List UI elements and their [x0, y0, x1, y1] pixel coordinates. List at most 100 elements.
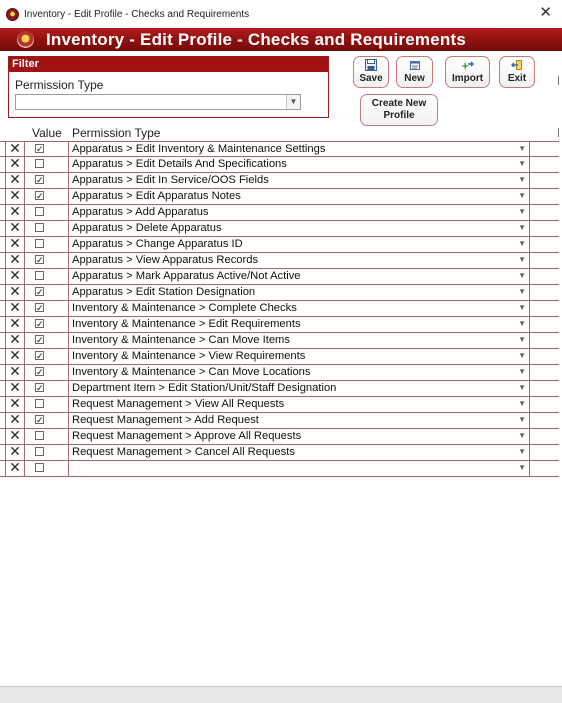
chevron-down-icon[interactable]: ▼ [518, 158, 526, 170]
chevron-down-icon[interactable]: ▼ [518, 350, 526, 362]
close-icon[interactable]: ✕ [539, 5, 552, 21]
value-checkbox[interactable]: ✓ [35, 191, 44, 201]
permission-type-select[interactable]: Apparatus > Edit Inventory & Maintenance… [68, 142, 530, 157]
permission-type-select[interactable]: Apparatus > Edit In Service/OOS Fields ▼ [68, 173, 530, 188]
chevron-down-icon[interactable]: ▼ [518, 366, 526, 378]
chevron-down-icon[interactable]: ▼ [518, 190, 526, 202]
delete-row-icon[interactable]: ✕ [5, 429, 25, 444]
value-checkbox[interactable] [35, 463, 44, 472]
chevron-down-icon[interactable]: ▼ [518, 414, 526, 426]
chevron-down-icon[interactable]: ▼ [518, 430, 526, 442]
delete-row-icon[interactable]: ✕ [5, 189, 25, 204]
permission-type-select[interactable]: Request Management > Approve All Request… [68, 429, 530, 444]
permission-type-select[interactable]: Inventory & Maintenance > Edit Requireme… [68, 317, 530, 332]
chevron-down-icon[interactable]: ▼ [518, 270, 526, 282]
chevron-down-icon[interactable]: ▼ [518, 398, 526, 410]
chevron-down-icon[interactable]: ▼ [518, 318, 526, 330]
delete-row-icon[interactable]: ✕ [5, 142, 25, 157]
delete-row-icon[interactable]: ✕ [5, 237, 25, 252]
table-row: ✕ Apparatus > Edit Details And Specificat… [0, 157, 559, 173]
delete-row-icon[interactable]: ✕ [5, 365, 25, 380]
chevron-down-icon[interactable]: ▼ [518, 222, 526, 234]
permission-type-select[interactable]: Inventory & Maintenance > View Requireme… [68, 349, 530, 364]
permission-type-select[interactable]: Apparatus > Add Apparatus ▼ [68, 205, 530, 220]
value-checkbox[interactable] [35, 399, 44, 408]
permission-type-select[interactable]: Apparatus > Edit Details And Specificati… [68, 157, 530, 172]
permission-type-select[interactable]: Apparatus > View Apparatus Records ▼ [68, 253, 530, 268]
chevron-down-icon[interactable]: ▼ [518, 334, 526, 346]
permission-type-select[interactable]: Apparatus > Delete Apparatus ▼ [68, 221, 530, 236]
permission-type-select[interactable]: ▼ [68, 461, 530, 476]
chevron-down-icon[interactable]: ▼ [518, 143, 526, 155]
value-checkbox[interactable]: ✓ [35, 319, 44, 329]
filter-panel: Filter Permission Type ▼ [8, 56, 329, 118]
import-button[interactable]: + Import [445, 56, 490, 88]
exit-button[interactable]: Exit [499, 56, 535, 88]
chevron-down-icon[interactable]: ▼ [518, 302, 526, 314]
permission-type-select[interactable]: Request Management > View All Requests ▼ [68, 397, 530, 412]
table-row: ✕ Apparatus > Mark Apparatus Active/Not A… [0, 269, 559, 285]
delete-row-icon[interactable]: ✕ [5, 349, 25, 364]
delete-row-icon[interactable]: ✕ [5, 381, 25, 396]
delete-row-icon[interactable]: ✕ [5, 285, 25, 300]
delete-row-icon[interactable]: ✕ [5, 157, 25, 172]
permission-type-select[interactable]: ▼ [15, 94, 301, 110]
value-checkbox[interactable]: ✓ [35, 303, 44, 313]
permission-type-select[interactable]: Inventory & Maintenance > Can Move Items… [68, 333, 530, 348]
value-checkbox[interactable] [35, 239, 44, 248]
delete-row-icon[interactable]: ✕ [5, 333, 25, 348]
value-checkbox[interactable]: ✓ [35, 287, 44, 297]
value-checkbox[interactable] [35, 207, 44, 216]
delete-row-icon[interactable]: ✕ [5, 301, 25, 316]
value-checkbox[interactable]: ✓ [35, 367, 44, 377]
chevron-down-icon[interactable]: ▼ [518, 382, 526, 394]
table-row: ✕ ✓ Inventory & Maintenance > Can Move Ite… [0, 333, 559, 349]
chevron-down-icon[interactable]: ▼ [518, 238, 526, 250]
permission-type-select[interactable]: Apparatus > Edit Apparatus Notes ▼ [68, 189, 530, 204]
chevron-down-icon[interactable]: ▼ [518, 446, 526, 458]
chevron-down-icon[interactable]: ▼ [518, 462, 526, 474]
delete-row-icon[interactable]: ✕ [5, 205, 25, 220]
permission-type-select[interactable]: Inventory & Maintenance > Complete Check… [68, 301, 530, 316]
permission-type-select[interactable]: Apparatus > Change Apparatus ID ▼ [68, 237, 530, 252]
chevron-down-icon[interactable]: ▼ [518, 286, 526, 298]
value-checkbox[interactable] [35, 431, 44, 440]
create-new-profile-button[interactable]: Create New Profile [360, 94, 438, 126]
permission-type-select[interactable]: Request Management > Cancel All Requests… [68, 445, 530, 460]
new-button[interactable]: New [396, 56, 433, 88]
permission-type-select[interactable]: Department Item > Edit Station/Unit/Staf… [68, 381, 530, 396]
value-checkbox[interactable] [35, 159, 44, 168]
value-checkbox[interactable]: ✓ [35, 175, 44, 185]
delete-row-icon[interactable]: ✕ [5, 317, 25, 332]
value-checkbox[interactable]: ✓ [35, 144, 44, 154]
permission-type-select[interactable]: Inventory & Maintenance > Can Move Locat… [68, 365, 530, 380]
permission-type-select[interactable]: Apparatus > Mark Apparatus Active/Not Ac… [68, 269, 530, 284]
filter-header: Filter [9, 57, 328, 72]
chevron-down-icon[interactable]: ▼ [518, 206, 526, 218]
delete-row-icon[interactable]: ✕ [5, 413, 25, 428]
permission-type-select[interactable]: Request Management > Add Request ▼ [68, 413, 530, 428]
chevron-down-icon[interactable]: ▼ [518, 254, 526, 266]
delete-row-icon[interactable]: ✕ [5, 397, 25, 412]
delete-row-icon[interactable]: ✕ [5, 173, 25, 188]
value-checkbox[interactable] [35, 223, 44, 232]
delete-row-icon[interactable]: ✕ [5, 269, 25, 284]
value-checkbox[interactable]: ✓ [35, 383, 44, 393]
save-button[interactable]: Save [353, 56, 389, 88]
value-checkbox[interactable] [35, 447, 44, 456]
delete-row-icon[interactable]: ✕ [5, 461, 25, 476]
delete-row-icon[interactable]: ✕ [5, 221, 25, 236]
delete-row-icon[interactable]: ✕ [5, 445, 25, 460]
chevron-down-icon[interactable]: ▼ [518, 174, 526, 186]
value-checkbox[interactable]: ✓ [35, 255, 44, 265]
table-row: ✕ Request Management > View All Requests ▼ [0, 397, 559, 413]
table-row: ✕ ✓ Inventory & Maintenance > View Require… [0, 349, 559, 365]
value-checkbox[interactable]: ✓ [35, 415, 44, 425]
value-checkbox[interactable]: ✓ [35, 335, 44, 345]
value-checkbox[interactable] [35, 271, 44, 280]
save-label: Save [359, 73, 383, 84]
chevron-down-icon[interactable]: ▼ [286, 95, 300, 109]
delete-row-icon[interactable]: ✕ [5, 253, 25, 268]
value-checkbox[interactable]: ✓ [35, 351, 44, 361]
permission-type-select[interactable]: Apparatus > Edit Station Designation ▼ [68, 285, 530, 300]
